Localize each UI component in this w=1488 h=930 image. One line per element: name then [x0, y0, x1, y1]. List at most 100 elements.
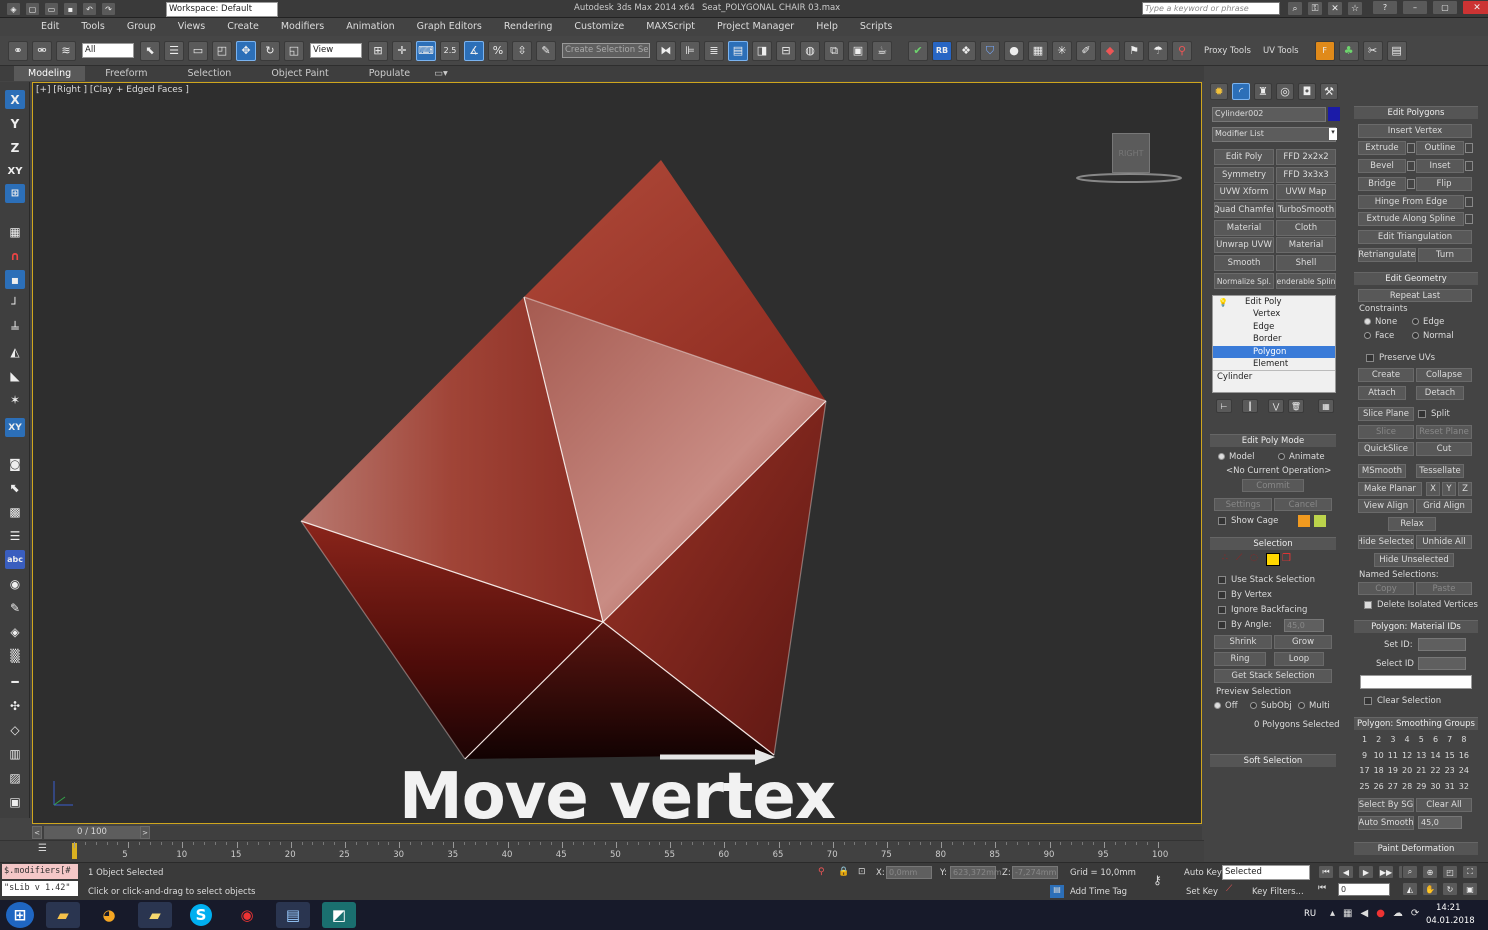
modifier-btn-cloth[interactable]: Cloth — [1276, 220, 1336, 236]
menu-project-manager[interactable]: Project Manager — [706, 18, 805, 36]
language-indicator[interactable]: RU — [1304, 909, 1316, 919]
quickslice-button[interactable]: QuickSlice — [1358, 442, 1414, 456]
smoothing-group-21[interactable]: 21 — [1415, 765, 1428, 777]
clock-time[interactable]: 14:21 — [1436, 903, 1461, 913]
snap-midpoint-icon[interactable]: ╧ — [5, 318, 25, 337]
stack-item-element[interactable]: Element — [1213, 358, 1335, 370]
show-cage-checkbox[interactable]: Show Cage — [1218, 516, 1278, 526]
manipulate-icon[interactable]: ✛ — [392, 40, 412, 61]
move-icon[interactable]: ✥ — [236, 40, 256, 61]
menu-edit[interactable]: Edit — [30, 18, 70, 36]
camera-icon[interactable]: ◙ — [5, 454, 25, 473]
auto-smooth-input[interactable]: 45,0 — [1418, 816, 1462, 829]
undo-icon[interactable]: ↶ — [82, 2, 97, 16]
pin-stack-icon[interactable]: ⊢ — [1216, 399, 1232, 413]
repeat-last-button[interactable]: Repeat Last — [1358, 289, 1472, 302]
window-crossing-icon[interactable]: ◰ — [212, 40, 232, 61]
save-icon[interactable]: ▪ — [63, 2, 78, 16]
snap-xy-icon[interactable]: XY — [5, 418, 25, 437]
viewcube-ring[interactable] — [1076, 173, 1182, 183]
fp-icon[interactable]: F — [1314, 40, 1335, 61]
ref-coord-dropdown[interactable]: View — [310, 43, 362, 58]
texture-icon[interactable]: ▩ — [5, 502, 25, 521]
create-tab-icon[interactable]: ✹ — [1210, 83, 1228, 100]
magnet-icon[interactable]: ∩ — [5, 246, 25, 265]
bind-space-warp-icon[interactable]: ≋ — [56, 40, 76, 61]
select-object-icon[interactable]: ⬉ — [140, 40, 160, 61]
redo-icon[interactable]: ↷ — [101, 2, 116, 16]
inset-button[interactable]: Inset — [1416, 159, 1464, 173]
unlink-icon[interactable]: ⚮ — [32, 40, 52, 61]
delete-isolated-checkbox[interactable]: Delete Isolated Vertices — [1364, 600, 1478, 610]
tab-modeling[interactable]: Modeling — [14, 66, 86, 81]
absolute-mode-icon[interactable]: ⊡ — [858, 867, 866, 877]
bridge-button[interactable]: Bridge — [1358, 177, 1406, 191]
maxscript-listener[interactable]: $.modifiers[# — [2, 864, 78, 879]
set-key-icon[interactable]: ⚷ — [1153, 873, 1162, 887]
stack-item-edge[interactable]: Edge — [1213, 321, 1335, 333]
graphite-toggle-icon[interactable]: ▤ — [728, 40, 748, 61]
search-input[interactable]: Type a keyword or phrase — [1142, 2, 1280, 15]
time-slider[interactable]: < 0 / 100 > — [32, 826, 1202, 840]
cage-color-2[interactable] — [1314, 515, 1326, 527]
z-coord-input[interactable]: -7,274mm — [1012, 866, 1058, 879]
tray-volume-icon[interactable]: ◀ — [1360, 908, 1368, 919]
percent-snap-icon[interactable]: % — [488, 40, 508, 61]
smoothing-group-13[interactable]: 13 — [1415, 750, 1428, 762]
selection-filter-dropdown[interactable]: All — [82, 43, 134, 58]
key-filters-button[interactable]: Key Filters... — [1252, 887, 1304, 897]
make-planar-button[interactable]: Make Planar — [1358, 482, 1422, 496]
by-angle-checkbox[interactable]: By Angle: — [1218, 620, 1272, 630]
smoothing-group-31[interactable]: 31 — [1443, 781, 1456, 793]
smoothing-group-17[interactable]: 17 — [1358, 765, 1371, 777]
edit-poly-mode-header[interactable]: Edit Poly Mode — [1210, 434, 1336, 447]
inset-settings-icon[interactable] — [1465, 161, 1473, 171]
bevel-settings-icon[interactable] — [1407, 161, 1415, 171]
pattern-icon[interactable]: ◇ — [5, 720, 25, 739]
extrude-button[interactable]: Extrude — [1358, 141, 1406, 155]
tray-network-icon[interactable]: ▦ — [1343, 908, 1352, 919]
select-by-sg-button[interactable]: Select By SG — [1358, 798, 1414, 812]
key-icon[interactable]: ⚿ — [1307, 1, 1323, 16]
motion-tab-icon[interactable]: ◎ — [1276, 83, 1294, 100]
extrude-settings-icon[interactable] — [1407, 143, 1415, 153]
rendered-frame-icon[interactable]: ▣ — [848, 40, 868, 61]
smoothing-group-18[interactable]: 18 — [1372, 765, 1385, 777]
zoom-icon[interactable]: ⌕ — [1402, 865, 1418, 879]
border-level-icon[interactable]: ◌ — [1250, 553, 1264, 566]
use-stack-selection-checkbox[interactable]: Use Stack Selection — [1218, 575, 1315, 585]
layers-icon[interactable]: ▥ — [5, 744, 25, 763]
keyboard-shortcut-icon[interactable]: ⌨ — [416, 40, 436, 61]
modifier-btn-uvw-map[interactable]: UVW Map — [1276, 184, 1336, 200]
new-file-icon[interactable]: ▢ — [25, 2, 40, 16]
collapse-button[interactable]: Collapse — [1416, 368, 1472, 382]
modifier-stack[interactable]: Edit Poly Vertex Edge Border Polygon Ele… — [1212, 295, 1336, 393]
binoculars-icon[interactable]: ⌕ — [1287, 1, 1303, 16]
open-file-icon[interactable]: ▭ — [44, 2, 59, 16]
smoothing-group-29[interactable]: 29 — [1415, 781, 1428, 793]
remove-modifier-icon[interactable]: 🗑 — [1288, 399, 1304, 413]
modifier-btn-smooth[interactable]: Smooth — [1214, 255, 1274, 271]
snap-face-icon[interactable]: ◭ — [5, 342, 25, 361]
explorer-icon[interactable]: ▰ — [46, 902, 80, 928]
gem-icon[interactable]: ◆ — [1100, 40, 1120, 61]
pen-icon[interactable]: ✎ — [5, 598, 25, 617]
noise-icon[interactable]: ▒ — [5, 646, 25, 665]
menu-maxscript[interactable]: MAXScript — [635, 18, 706, 36]
smoothing-group-10[interactable]: 10 — [1372, 750, 1385, 762]
render-small-icon[interactable]: ▨ — [5, 768, 25, 787]
table-icon[interactable]: ▤ — [1386, 40, 1407, 61]
smoothing-group-30[interactable]: 30 — [1429, 781, 1442, 793]
make-unique-icon[interactable]: ⋁ — [1268, 399, 1284, 413]
paint-app-icon[interactable]: ◕ — [92, 902, 126, 928]
planar-z-button[interactable]: Z — [1458, 482, 1472, 496]
utilities-tab-icon[interactable]: ⚒ — [1320, 83, 1338, 100]
constraint-face-radio[interactable]: Face — [1364, 331, 1394, 341]
smoothing-group-11[interactable]: 11 — [1386, 750, 1399, 762]
align-icon[interactable]: ⊫ — [680, 40, 700, 61]
element-level-icon[interactable]: ❒ — [1282, 553, 1296, 566]
reset-plane-button[interactable]: Reset Plane — [1416, 425, 1472, 439]
tools-icon[interactable]: ✕ — [1327, 1, 1343, 16]
detach-button[interactable]: Detach — [1416, 386, 1464, 400]
slice-plane-button[interactable]: Slice Plane — [1358, 407, 1414, 421]
